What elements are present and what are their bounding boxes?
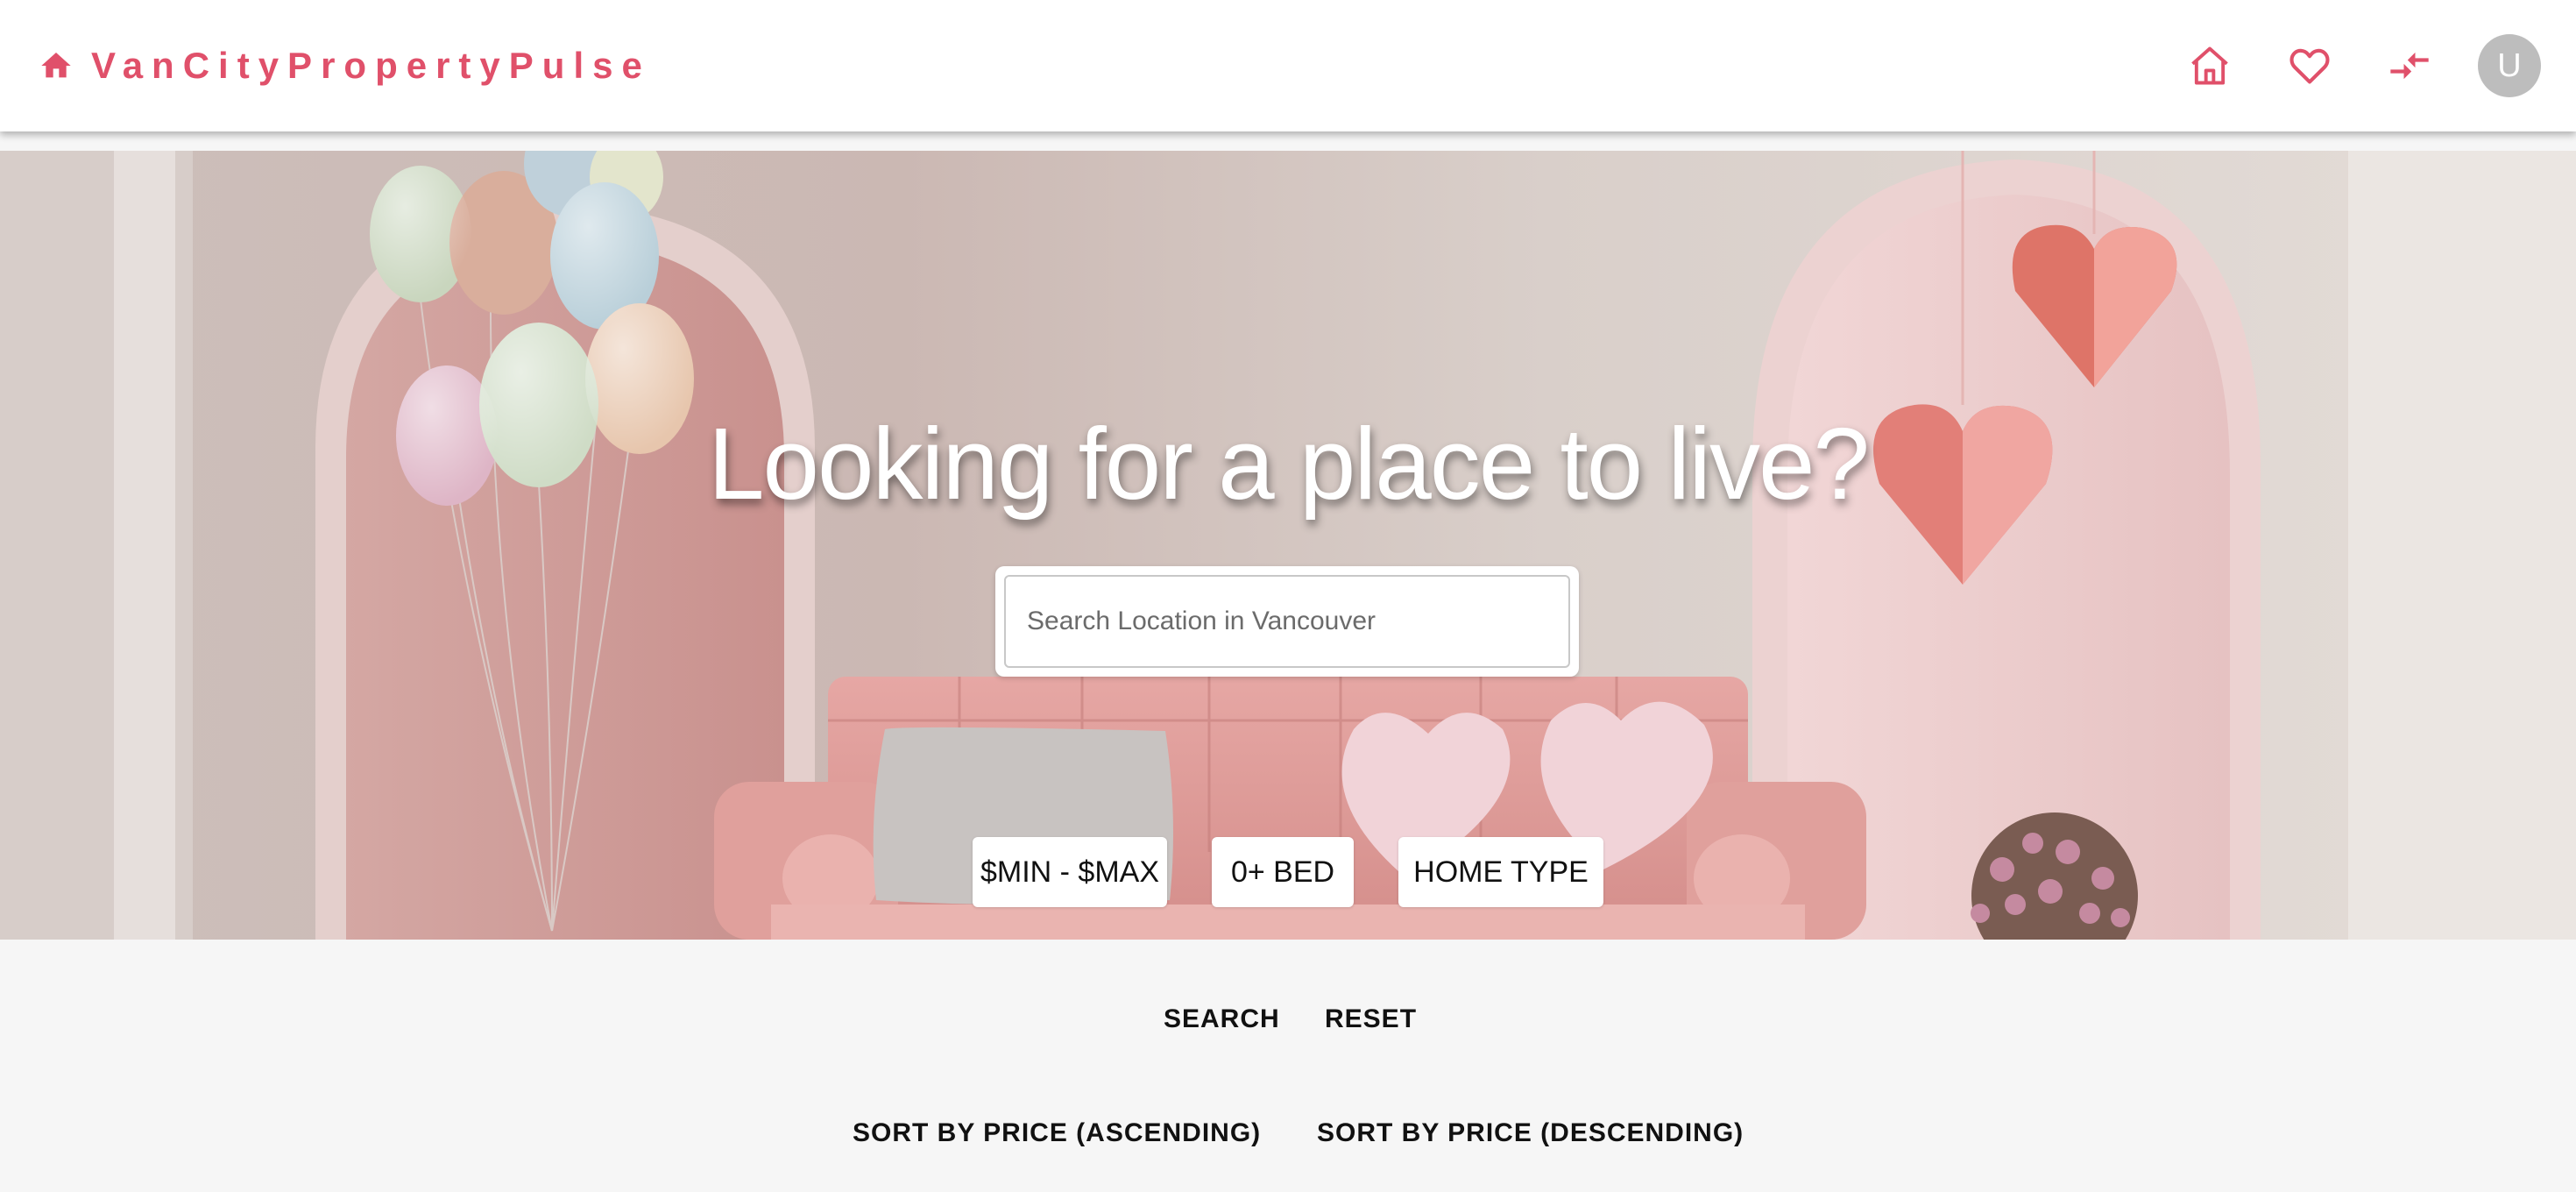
home-outline-icon — [2191, 46, 2228, 85]
hero-background-image — [0, 151, 2576, 940]
heart-icon — [2289, 48, 2330, 84]
search-button[interactable]: SEARCH — [1164, 1004, 1280, 1034]
user-avatar[interactable]: U — [2478, 34, 2541, 97]
nav-favorites-button[interactable] — [2278, 34, 2341, 97]
app-bar: VanCityPropertyPulse U — [0, 0, 2576, 131]
compare-arrows-icon — [2390, 52, 2429, 80]
sort-price-descending-button[interactable]: SORT BY PRICE (DESCENDING) — [1317, 1118, 1744, 1148]
brand-logo-link[interactable]: VanCityPropertyPulse — [39, 0, 651, 131]
nav-compare-button[interactable] — [2378, 34, 2441, 97]
nav-home-button[interactable] — [2178, 34, 2241, 97]
home-type-filter-button[interactable]: HOME TYPE — [1398, 837, 1603, 907]
hero-banner: Looking for a place to live? $MIN - $MAX… — [0, 151, 2576, 940]
brand-name: VanCityPropertyPulse — [91, 45, 651, 86]
home-icon — [41, 53, 71, 78]
sort-price-ascending-button[interactable]: SORT BY PRICE (ASCENDING) — [853, 1118, 1261, 1148]
bedrooms-filter-button[interactable]: 0+ BED — [1212, 837, 1354, 907]
filter-bar: $MIN - $MAX 0+ BED HOME TYPE — [0, 837, 2576, 907]
search-box — [995, 566, 1579, 677]
location-search-input[interactable] — [1004, 575, 1570, 668]
header-nav: U — [2178, 0, 2541, 131]
price-range-filter-button[interactable]: $MIN - $MAX — [973, 837, 1167, 907]
reset-button[interactable]: RESET — [1325, 1004, 1417, 1034]
hero-title: Looking for a place to live? — [708, 407, 1870, 521]
